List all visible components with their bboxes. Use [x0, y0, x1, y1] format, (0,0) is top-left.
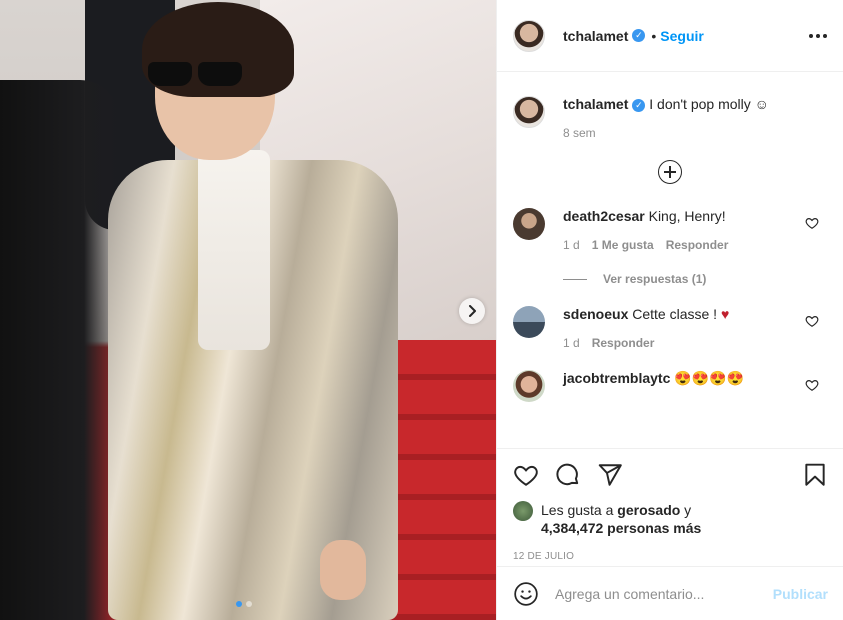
comment-time[interactable]: 1 d — [563, 336, 580, 350]
photo-white-shirt — [198, 150, 270, 350]
comment-username[interactable]: sdenoeux — [563, 306, 628, 322]
follow-button[interactable]: Seguir — [660, 28, 704, 44]
comment-username[interactable]: death2cesar — [563, 208, 645, 224]
caption-timestamp[interactable]: 8 sem — [563, 126, 769, 140]
like-comment-heart-icon[interactable] — [805, 216, 819, 230]
caption-avatar[interactable] — [513, 96, 545, 128]
more-options-icon[interactable] — [809, 33, 827, 38]
plus-circle-icon[interactable] — [658, 160, 682, 184]
like-heart-icon[interactable] — [513, 462, 539, 488]
carousel-dot — [246, 601, 252, 607]
photo-left-figure — [0, 80, 120, 620]
view-replies-label: Ver respuestas (1) — [603, 272, 707, 286]
comment-bubble-icon[interactable] — [555, 462, 581, 488]
comment-item: death2cesar King, Henry! 1 d 1 Me gusta … — [497, 208, 843, 286]
carousel-next-button[interactable] — [459, 298, 485, 324]
publish-button[interactable]: Publicar — [773, 586, 828, 602]
likes-mid: y — [680, 502, 692, 518]
like-comment-heart-icon[interactable] — [805, 314, 819, 328]
author-username[interactable]: tchalamet — [563, 28, 628, 44]
likes-summary[interactable]: Les gusta a gerosado y 4,384,472 persona… — [513, 501, 828, 537]
comment-input[interactable]: Agrega un comentario... — [555, 586, 773, 602]
replies-line — [563, 278, 587, 280]
caption-text: I don't pop molly ☺ — [649, 96, 769, 112]
view-replies-button[interactable]: Ver respuestas (1) — [563, 272, 827, 286]
comment-item: sdenoeux Cette classe ! ♥ 1 d Responder — [497, 306, 843, 350]
post-actions: Les gusta a gerosado y 4,384,472 persona… — [497, 448, 843, 562]
post-side-panel: tchalamet ✓ • Seguir tchalamet ✓ I don't … — [496, 0, 843, 620]
carousel-indicator — [236, 601, 252, 607]
comment-time[interactable]: 1 d — [563, 238, 580, 252]
reply-button[interactable]: Responder — [592, 336, 655, 350]
add-comment-bar: Agrega un comentario... Publicar — [497, 566, 843, 620]
verified-badge-icon: ✓ — [632, 98, 646, 112]
emoji-icon[interactable] — [513, 581, 539, 607]
comment-avatar[interactable] — [513, 306, 545, 338]
likes-count[interactable]: 4,384,472 personas más — [541, 520, 701, 536]
like-comment-heart-icon[interactable] — [805, 378, 819, 392]
comment-likes[interactable]: 1 Me gusta — [592, 238, 654, 252]
carousel-dot-active — [236, 601, 242, 607]
share-send-icon[interactable] — [597, 462, 623, 488]
header-separator: • — [651, 27, 657, 44]
caption: tchalamet ✓ I don't pop molly ☺ 8 sem — [497, 72, 843, 140]
post-photo[interactable] — [0, 0, 496, 620]
post-header: tchalamet ✓ • Seguir — [497, 0, 843, 72]
comment-item: jacobtremblaytc 😍😍😍😍 — [497, 370, 843, 402]
likes-prefix: Les gusta a — [541, 502, 618, 518]
liker-avatar[interactable] — [513, 501, 533, 521]
verified-badge-icon: ✓ — [632, 29, 646, 42]
save-bookmark-icon[interactable] — [802, 462, 828, 488]
comment-text: Cette classe ! — [632, 306, 721, 322]
caption-username[interactable]: tchalamet — [563, 96, 628, 112]
comment-username[interactable]: jacobtremblaytc — [563, 370, 670, 386]
comment-text: King, Henry! — [648, 208, 726, 224]
reply-button[interactable]: Responder — [666, 238, 729, 252]
author-avatar[interactable] — [513, 19, 545, 52]
liker-username[interactable]: gerosado — [617, 502, 680, 518]
post-date[interactable]: 12 DE JULIO — [513, 551, 828, 562]
comment-avatar[interactable] — [513, 370, 545, 402]
comment-text: 😍😍😍😍 — [674, 370, 744, 386]
load-more-comments[interactable] — [497, 160, 843, 188]
photo-sunglasses — [148, 62, 242, 86]
photo-hand — [320, 540, 366, 600]
chevron-right-icon — [469, 305, 476, 317]
comment-avatar[interactable] — [513, 208, 545, 240]
heart-emoji-icon: ♥ — [720, 306, 730, 322]
